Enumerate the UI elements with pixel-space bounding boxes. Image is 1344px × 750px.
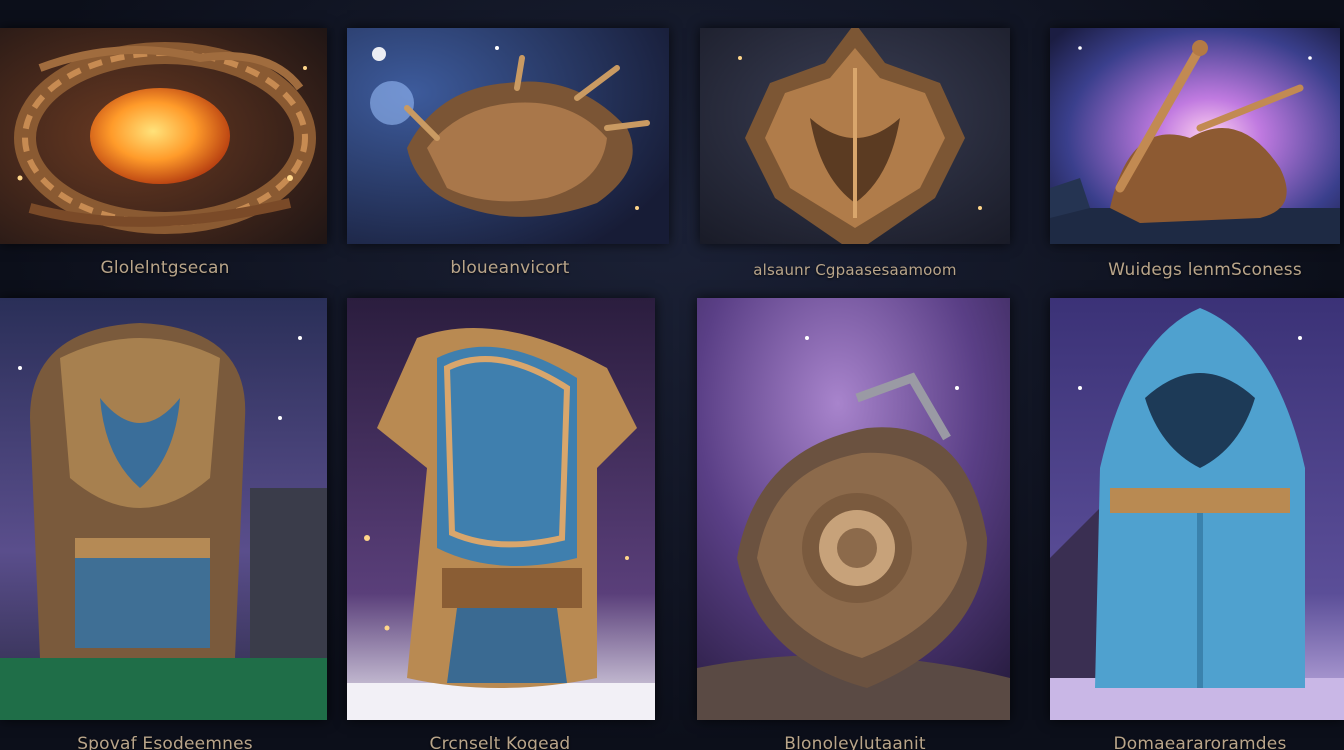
gallery-image-8[interactable] [1050,298,1344,720]
caption-8: Domaeararoramdes [1113,734,1287,750]
gallery-image-5[interactable] [0,298,327,720]
caption-5: Spovaf Esodeemnes [77,734,253,750]
hooded-blue-tunic-icon [347,298,655,720]
caption-2: bloueanvicort [450,258,570,278]
gallery-image-7[interactable] [697,298,1010,720]
spiral-shield-armor-icon [697,298,1010,720]
gallery-image-3[interactable] [700,28,1010,244]
gallery-image-1[interactable] [0,28,327,244]
gallery-image-4[interactable] [1050,28,1340,244]
caption-3: alsaunr Cgpaasesaamoom [753,261,957,279]
caption-4: Wuidegs lenmSconess [1108,260,1302,280]
blue-gold-armor-icon [0,298,327,720]
bronze-creature-armor-icon [347,28,669,244]
caption-1: Glolelntgsecan [100,258,230,278]
gallery-image-2[interactable] [347,28,669,244]
artwork-gallery: Glolelntgsecan bloueanvicort alsaunr Cgp… [0,0,1344,750]
caption-6: Crcnselt Kogead [429,734,571,750]
blue-hooded-robe-icon [1050,298,1344,720]
glowing-orb-armor-icon [0,28,327,244]
gallery-image-6[interactable] [347,298,655,720]
bronze-helm-icon [700,28,1010,244]
bronze-siege-weapon-icon [1050,28,1340,244]
caption-7: Blonoleylutaanit [784,734,926,750]
